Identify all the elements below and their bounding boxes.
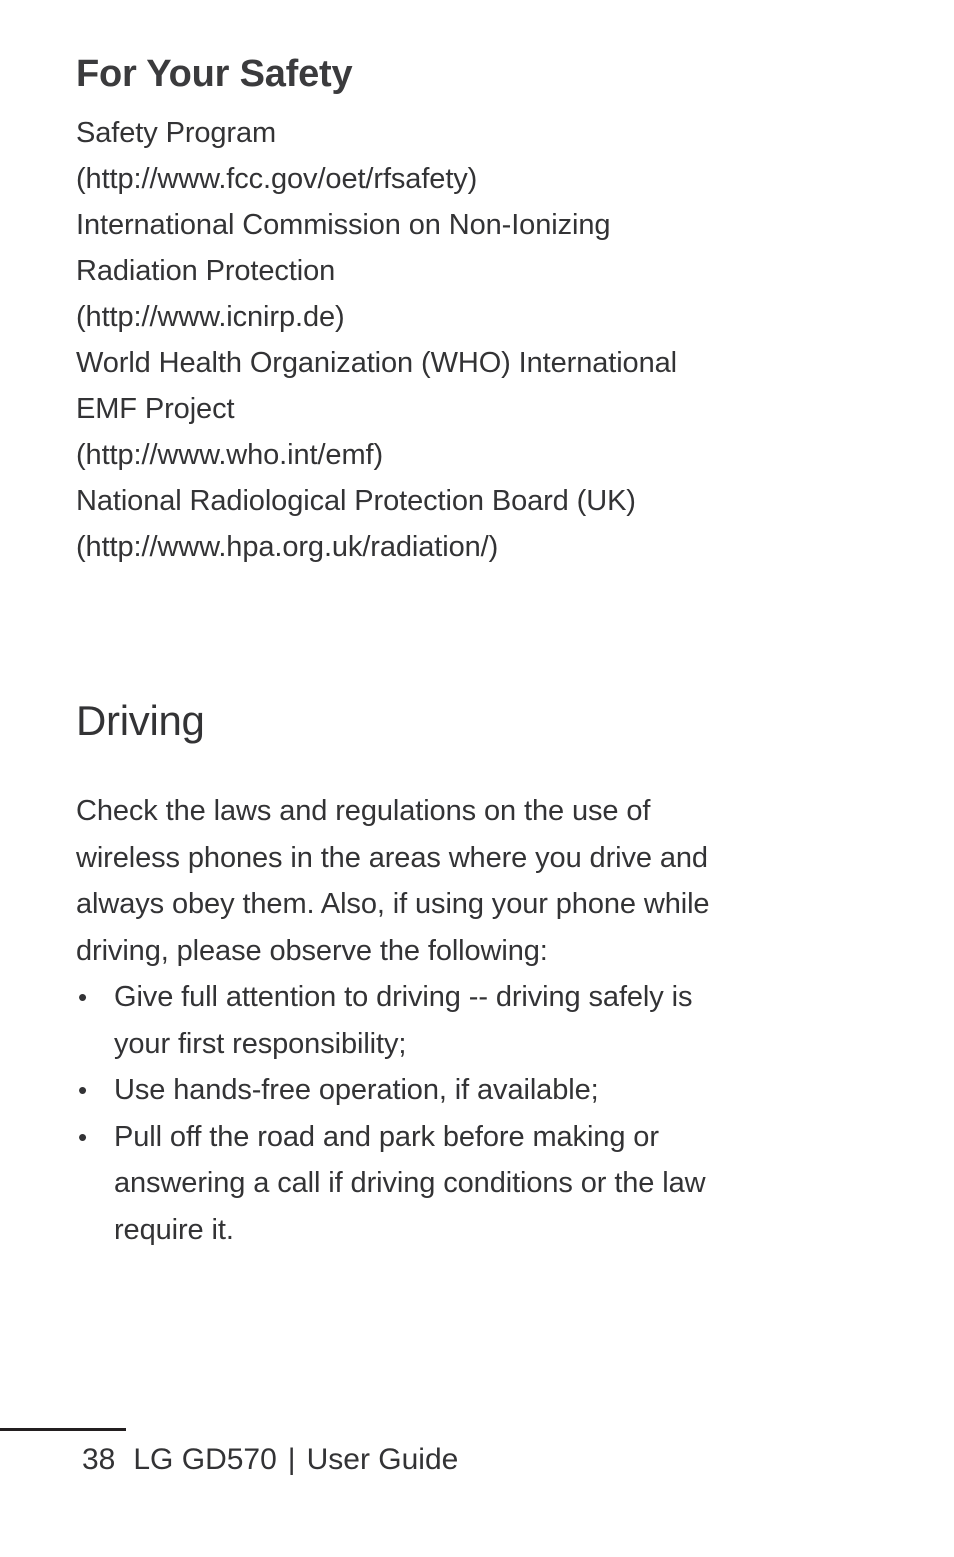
paragraph-line: driving, please observe the following: (76, 934, 548, 967)
heading-spacer (76, 744, 836, 788)
driving-intro-paragraph: Check the laws and regulations on the us… (76, 788, 826, 974)
bullet-icon: • (78, 982, 88, 1013)
bullet-icon: • (78, 1121, 88, 1152)
list-item-line: your first responsibility; (114, 1027, 407, 1060)
safety-resource-line: World Health Organization (WHO) Internat… (76, 347, 677, 380)
safety-resource-line: National Radiological Protection Board (… (76, 485, 636, 518)
list-item-line: Pull off the road and park before making… (114, 1120, 659, 1153)
list-item-line: require it. (114, 1213, 234, 1246)
safety-resource-line: (http://www.who.int/emf) (76, 439, 384, 472)
footer-separator: | (287, 1443, 296, 1476)
list-item-line: Use hands-free operation, if available; (114, 1074, 599, 1107)
paragraph-line: always obey them. Also, if using your ph… (76, 888, 710, 921)
safety-resource-line: International Commission on Non-Ionizing (76, 209, 611, 242)
safety-resource-line: EMF Project (76, 393, 235, 426)
footer: 38 LG GD570 | User Guide (82, 1443, 458, 1477)
bullet-icon: • (78, 1075, 88, 1106)
safety-resource-line: (http://www.hpa.org.uk/radiation/) (76, 531, 499, 564)
footer-product-name: LG GD570 (133, 1443, 277, 1476)
list-item: • Use hands-free operation, if available… (76, 1067, 836, 1114)
page-title-for-your-safety: For Your Safety (76, 53, 353, 95)
paragraph-line: wireless phones in the areas where you d… (76, 841, 708, 874)
paragraph-line: Check the laws and regulations on the us… (76, 795, 651, 828)
document-page: For Your Safety Safety Program (http://w… (0, 0, 954, 1557)
footer-divider (0, 1428, 126, 1431)
list-item-line: answering a call if driving conditions o… (114, 1167, 706, 1200)
footer-page-number: 38 (82, 1443, 116, 1476)
list-item: • Pull off the road and park before maki… (76, 1114, 836, 1254)
page-content: For Your Safety Safety Program (http://w… (76, 52, 836, 1253)
list-item: • Give full attention to driving -- driv… (76, 974, 836, 1067)
safety-resource-line: Safety Program (76, 117, 277, 150)
safety-resource-line: (http://www.icnirp.de) (76, 301, 345, 334)
driving-guidelines-list: • Give full attention to driving -- driv… (76, 974, 836, 1253)
section-heading-driving: Driving (76, 697, 205, 745)
footer-doc-type: User Guide (306, 1443, 459, 1476)
safety-resource-line: (http://www.fcc.gov/oet/rfsafety) (76, 163, 478, 196)
list-item-line: Give full attention to driving -- drivin… (114, 981, 693, 1014)
safety-resource-line: Radiation Protection (76, 255, 336, 288)
safety-resources-list: Safety Program (http://www.fcc.gov/oet/r… (76, 110, 836, 570)
